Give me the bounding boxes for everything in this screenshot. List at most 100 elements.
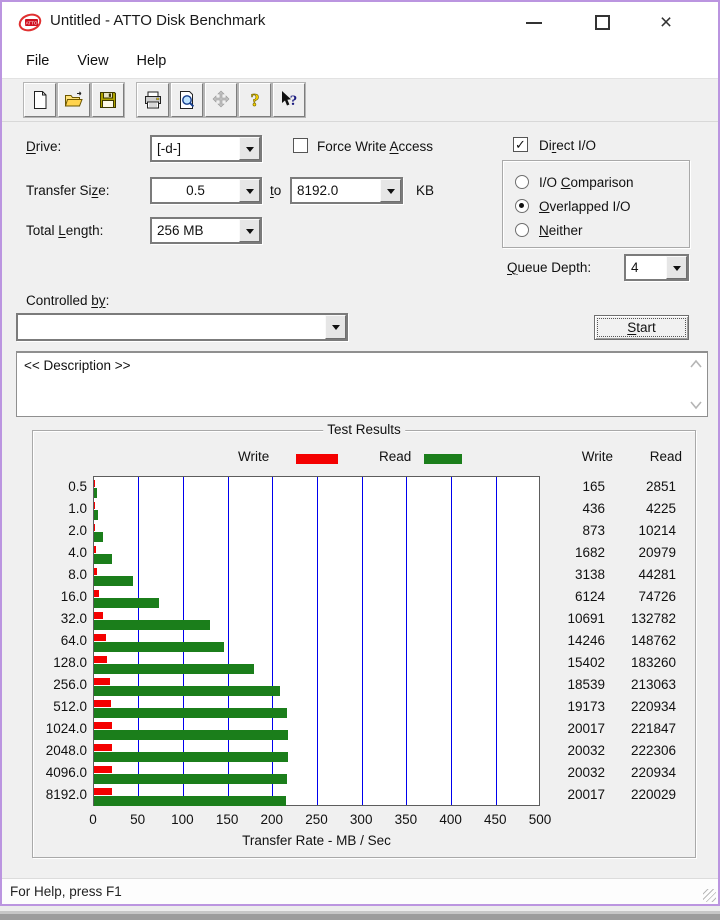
write-bar <box>94 568 97 575</box>
x-axis-tick: 500 <box>528 812 552 827</box>
x-axis-label: Transfer Rate - MB / Sec <box>242 833 391 848</box>
transfer-size-to-select[interactable]: 8192.0 <box>290 177 403 204</box>
radio-overlapped-i-o[interactable]: Overlapped I/O <box>515 197 631 215</box>
read-legend-swatch <box>424 454 462 464</box>
read-bar <box>94 730 288 740</box>
y-axis-label: 4096.0 <box>45 765 87 780</box>
maximize-button[interactable] <box>580 2 624 43</box>
move-icon <box>212 90 230 108</box>
start-button[interactable]: Start <box>594 315 689 340</box>
write-value: 20017 <box>567 721 605 736</box>
x-axis-tick: 50 <box>130 812 146 827</box>
write-bar <box>94 656 108 663</box>
y-axis-label: 2.0 <box>68 523 87 538</box>
y-axis-label: 0.5 <box>68 479 87 494</box>
svg-text:ATTO: ATTO <box>26 20 38 25</box>
new-document-button[interactable] <box>23 82 57 118</box>
open-file-button[interactable] <box>57 82 91 118</box>
write-value: 19173 <box>567 699 605 714</box>
chevron-down-icon[interactable] <box>239 179 260 202</box>
print-icon <box>145 91 161 109</box>
menu-view[interactable]: View <box>77 53 108 69</box>
y-axis-label: 8192.0 <box>45 787 87 802</box>
read-value: 20979 <box>638 545 676 560</box>
menu-file[interactable]: File <box>26 53 49 69</box>
radio-i-o-comparison[interactable]: I/O Comparison <box>515 173 634 191</box>
read-bar <box>94 774 287 784</box>
print-button[interactable] <box>136 82 170 118</box>
chevron-down-icon[interactable] <box>666 256 687 279</box>
close-button[interactable]: × <box>644 2 688 43</box>
radio-icon[interactable] <box>515 175 529 189</box>
controlled-by-label: Controlled by: <box>26 293 110 308</box>
chevron-down-icon[interactable] <box>239 137 260 160</box>
drive-select[interactable]: [-d-] <box>150 135 262 162</box>
read-bar <box>94 664 254 674</box>
window-title: Untitled - ATTO Disk Benchmark <box>50 12 266 29</box>
direct-io-checkbox[interactable]: ✓ <box>513 137 528 152</box>
svg-text:?: ? <box>251 90 260 110</box>
title-bar[interactable]: ATTO Untitled - ATTO Disk Benchmark × <box>2 2 718 43</box>
read-value: 74726 <box>638 589 676 604</box>
write-value: 18539 <box>567 677 605 692</box>
x-axis-tick: 250 <box>305 812 328 827</box>
x-axis-tick: 100 <box>171 812 194 827</box>
controlled-by-select[interactable] <box>16 313 348 341</box>
minimize-button[interactable] <box>512 2 556 43</box>
radio-label: Overlapped I/O <box>539 198 631 214</box>
help-button[interactable]: ? <box>238 82 272 118</box>
queue-depth-select[interactable]: 4 <box>624 254 689 281</box>
read-value: 213063 <box>630 677 676 692</box>
y-axis-label: 128.0 <box>53 655 87 670</box>
resize-grip-icon[interactable] <box>703 889 716 902</box>
read-value: 148762 <box>630 633 676 648</box>
to-label: to <box>270 183 282 198</box>
read-bar <box>94 752 289 762</box>
write-value: 10691 <box>567 611 605 626</box>
x-axis-tick: 350 <box>394 812 418 827</box>
save-button[interactable] <box>91 82 125 118</box>
y-axis-label: 8.0 <box>68 567 87 582</box>
transfer-size-from-select[interactable]: 0.5 <box>150 177 262 204</box>
drive-label: Drive: <box>26 139 62 154</box>
read-value: 222306 <box>630 743 676 758</box>
context-help-button[interactable]: ? <box>272 82 306 118</box>
chevron-down-icon[interactable] <box>380 179 401 202</box>
menu-help[interactable]: Help <box>137 53 167 69</box>
gridline <box>406 477 408 805</box>
total-length-select[interactable]: 256 MB <box>150 217 262 244</box>
description-field[interactable]: << Description >> <box>16 351 708 417</box>
app-window: ATTO Untitled - ATTO Disk Benchmark × Fi… <box>0 0 720 906</box>
scroll-up-icon[interactable] <box>689 359 703 369</box>
status-text: For Help, press F1 <box>10 884 122 899</box>
test-results-group: Test Results Write Read Write Read 0.5 1.… <box>32 422 696 858</box>
write-value: 15402 <box>567 655 605 670</box>
radio-icon[interactable] <box>515 199 529 213</box>
write-bar <box>94 546 96 553</box>
chevron-down-icon[interactable] <box>239 219 260 242</box>
write-bar <box>94 524 95 531</box>
y-axis-label: 16.0 <box>60 589 87 604</box>
force-write-access-checkbox[interactable] <box>293 138 308 153</box>
write-value: 20017 <box>567 787 605 802</box>
x-axis-tick: 200 <box>260 812 284 827</box>
y-axis-label: 4.0 <box>68 545 87 560</box>
read-bar <box>94 796 287 806</box>
radio-neither[interactable]: Neither <box>515 221 583 239</box>
read-bar <box>94 642 224 652</box>
test-results-title: Test Results <box>323 422 405 437</box>
y-axis-label: 512.0 <box>53 699 87 714</box>
read-value: 2851 <box>645 479 676 494</box>
print-preview-button[interactable] <box>170 82 204 118</box>
read-bar <box>94 532 103 542</box>
gridline <box>361 477 363 805</box>
y-axis-label: 1024.0 <box>45 721 87 736</box>
scroll-down-icon[interactable] <box>689 400 703 410</box>
read-value: 221847 <box>630 721 676 736</box>
read-value: 183260 <box>630 655 676 670</box>
chevron-down-icon[interactable] <box>325 315 346 339</box>
write-value: 1682 <box>574 545 605 560</box>
radio-icon[interactable] <box>515 223 529 237</box>
queue-depth-label: Queue Depth: <box>507 260 592 275</box>
radio-label: Neither <box>539 222 583 238</box>
